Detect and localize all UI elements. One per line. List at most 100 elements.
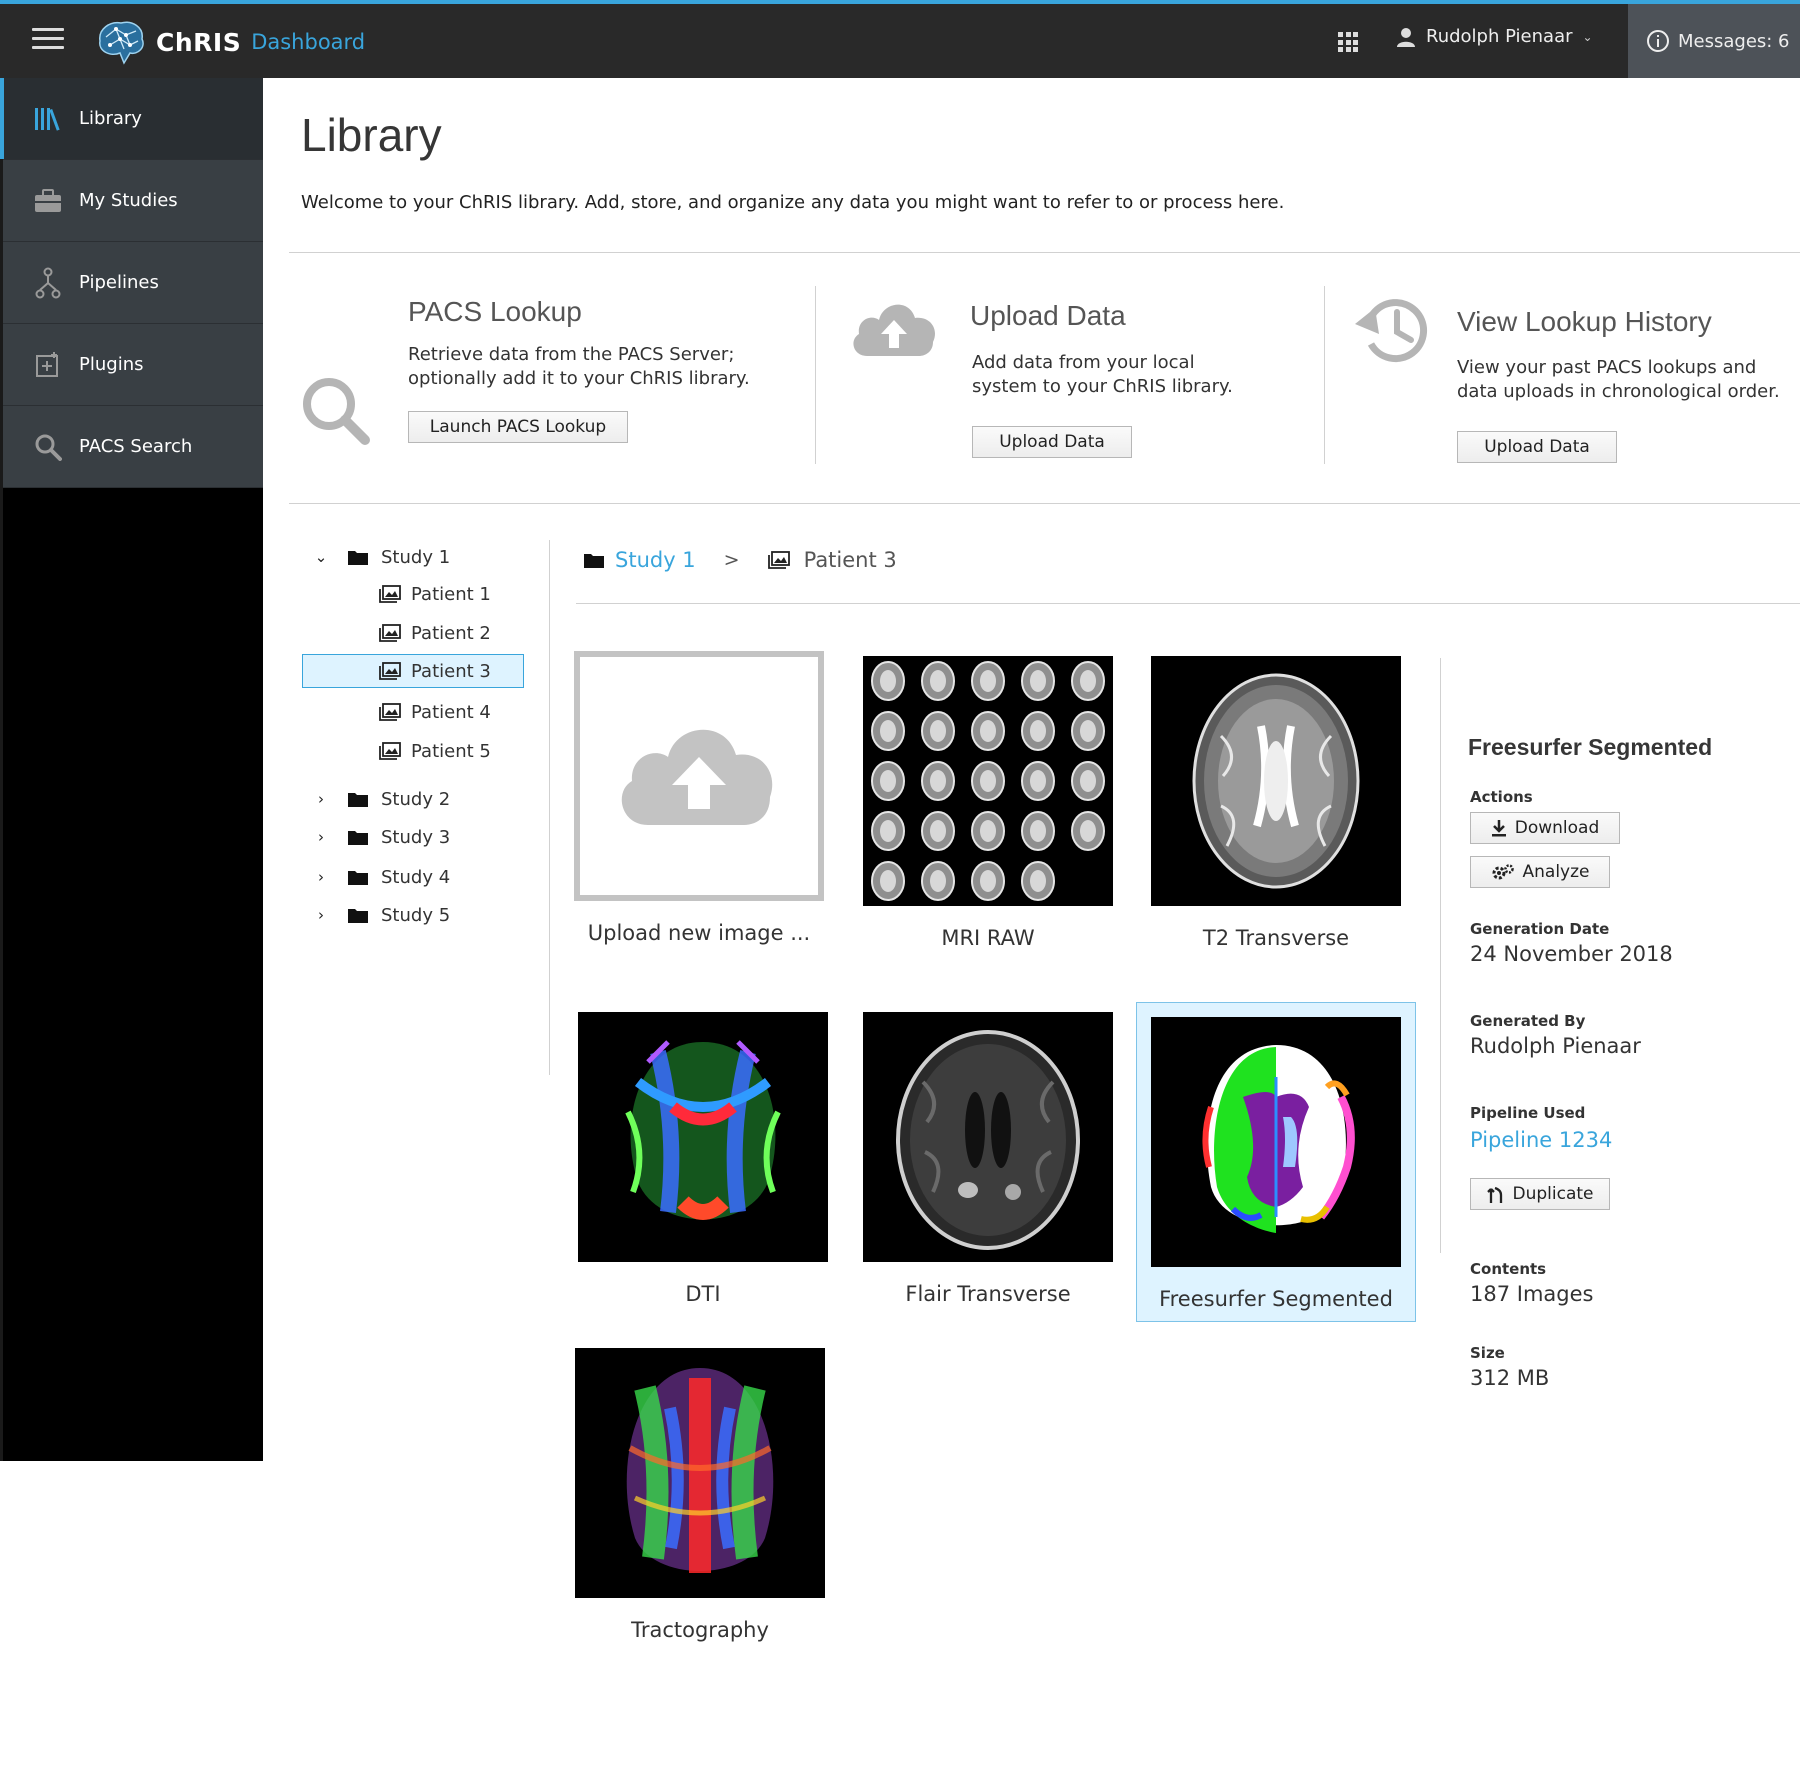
- image-stack-icon: [379, 624, 401, 642]
- brand[interactable]: ChRIS Dashboard: [94, 16, 365, 68]
- mri-slice-core: [980, 770, 996, 792]
- messages-label: Messages: 6: [1678, 30, 1790, 52]
- folder-icon: [348, 793, 368, 807]
- tree-item-label: Study 4: [381, 866, 451, 888]
- tree-item-patient[interactable]: Patient 1: [311, 577, 491, 611]
- sidebar-item-label: Library: [79, 108, 142, 129]
- mri-slice-core: [1080, 670, 1096, 692]
- image-tile-selected[interactable]: Freesurfer Segmented: [1136, 1002, 1416, 1322]
- chevron-down-icon[interactable]: ⌄: [311, 548, 331, 566]
- tile-caption: Freesurfer Segmented: [1159, 1287, 1393, 1311]
- breadcrumb: Study 1 > Patient 3: [583, 548, 897, 572]
- tree-item-study[interactable]: › Study 3: [311, 820, 450, 854]
- freesurfer-segmented-thumbnail: [1151, 1017, 1401, 1267]
- upload-placeholder: [574, 651, 824, 901]
- tile-caption: T2 Transverse: [1202, 926, 1350, 950]
- breadcrumb-study-link[interactable]: Study 1: [615, 548, 696, 572]
- sidebar-item-plugins[interactable]: Plugins: [3, 324, 263, 406]
- image-tile[interactable]: MRI RAW: [863, 656, 1113, 950]
- tree-item-patient[interactable]: Patient 2: [311, 616, 491, 650]
- download-label: Download: [1514, 818, 1600, 838]
- briefcase-icon: [33, 186, 63, 216]
- card-description-line: Add data from your local: [972, 352, 1195, 373]
- chevron-right-icon[interactable]: ›: [311, 906, 331, 924]
- tree-item-label: Patient 2: [411, 622, 491, 644]
- messages-button[interactable]: Messages: 6: [1628, 4, 1800, 78]
- image-stack-icon: [379, 703, 401, 721]
- tree-item-patient[interactable]: Patient 5: [311, 734, 491, 768]
- breadcrumb-separator: >: [723, 549, 740, 571]
- pipeline-used-label: Pipeline Used: [1470, 1104, 1586, 1122]
- upload-data-button[interactable]: Upload Data: [972, 426, 1132, 458]
- chevron-right-icon[interactable]: ›: [311, 828, 331, 846]
- mri-slice-core: [1030, 820, 1046, 842]
- image-tile[interactable]: T2 Transverse: [1151, 656, 1401, 950]
- tractography-thumbnail: [575, 1348, 825, 1598]
- folder-icon: [348, 871, 368, 885]
- image-tile[interactable]: DTI: [578, 1012, 828, 1306]
- image-stack-icon: [767, 551, 790, 569]
- download-button[interactable]: Download: [1470, 812, 1620, 844]
- card-title: PACS Lookup: [408, 296, 582, 327]
- sidebar-item-pipelines[interactable]: Pipelines: [3, 242, 263, 324]
- analyze-button[interactable]: Analyze: [1470, 856, 1610, 888]
- size-value: 312 MB: [1470, 1366, 1550, 1390]
- divider: [549, 540, 550, 1075]
- duplicate-button[interactable]: Duplicate: [1470, 1178, 1610, 1210]
- cloud-upload-icon: [853, 304, 935, 356]
- tree-item-patient-selected[interactable]: Patient 3: [302, 654, 524, 688]
- history-icon: [1355, 299, 1428, 363]
- mri-slice-core: [1030, 670, 1046, 692]
- hamburger-menu-icon[interactable]: [32, 28, 64, 52]
- image-tile[interactable]: Tractography: [575, 1348, 825, 1642]
- t2-transverse-thumbnail: [1151, 656, 1401, 906]
- dti-thumbnail: [578, 1012, 828, 1262]
- folder-icon: [584, 554, 604, 568]
- mri-slice-core: [1080, 720, 1096, 742]
- mri-slice-core: [880, 720, 896, 742]
- pipeline-link[interactable]: Pipeline 1234: [1470, 1128, 1612, 1152]
- mri-slice-core: [980, 820, 996, 842]
- user-menu[interactable]: Rudolph Pienaar ⌄: [1396, 26, 1593, 47]
- image-tile[interactable]: Flair Transverse: [863, 1012, 1113, 1306]
- info-icon: [1647, 30, 1669, 52]
- user-icon: [1397, 27, 1415, 47]
- gears-icon: [1491, 863, 1515, 881]
- tree-item-study[interactable]: ⌄ Study 1: [311, 540, 450, 574]
- tree-item-study[interactable]: › Study 4: [311, 860, 450, 894]
- app-launcher-icon[interactable]: [1338, 32, 1358, 52]
- chevron-right-icon[interactable]: ›: [311, 868, 331, 886]
- chevron-right-icon[interactable]: ›: [311, 790, 331, 808]
- tree-item-patient[interactable]: Patient 4: [311, 695, 491, 729]
- sidebar-item-label: PACS Search: [79, 436, 193, 457]
- divider: [576, 603, 1800, 604]
- upload-new-image-tile[interactable]: Upload new image ...: [574, 651, 824, 945]
- tree-item-study[interactable]: › Study 5: [311, 898, 450, 932]
- tile-caption: MRI RAW: [941, 926, 1035, 950]
- sidebar-item-my-studies[interactable]: My Studies: [3, 160, 263, 242]
- sidebar: Library My Studies Pipelines Plugins PAC…: [0, 78, 263, 1461]
- card-description-line: Retrieve data from the PACS Server;: [408, 344, 735, 365]
- generation-date-label: Generation Date: [1470, 920, 1610, 938]
- mri-slice-core: [1030, 770, 1046, 792]
- tree-item-label: Patient 5: [411, 740, 491, 762]
- duplicate-label: Duplicate: [1512, 1184, 1594, 1204]
- divider: [815, 286, 816, 464]
- tree-item-label: Study 1: [381, 546, 451, 568]
- tree-item-study[interactable]: › Study 2: [311, 782, 450, 816]
- tree-item-label: Patient 1: [411, 583, 491, 605]
- page-title: Library: [301, 109, 442, 161]
- mri-slice-core: [980, 670, 996, 692]
- launch-pacs-lookup-button[interactable]: Launch PACS Lookup: [408, 411, 628, 443]
- folder-icon: [348, 551, 368, 565]
- mri-slice-core: [1030, 870, 1046, 892]
- mri-slice-core: [980, 720, 996, 742]
- brand-name: ChRIS: [156, 27, 242, 57]
- mri-slice-core: [880, 770, 896, 792]
- size-label: Size: [1470, 1344, 1505, 1362]
- welcome-text: Welcome to your ChRIS library. Add, stor…: [301, 192, 1285, 213]
- upload-data-button[interactable]: Upload Data: [1457, 431, 1617, 463]
- sidebar-item-library[interactable]: Library: [0, 78, 263, 160]
- sidebar-item-pacs-search[interactable]: PACS Search: [3, 406, 263, 488]
- flair-transverse-thumbnail: [863, 1012, 1113, 1262]
